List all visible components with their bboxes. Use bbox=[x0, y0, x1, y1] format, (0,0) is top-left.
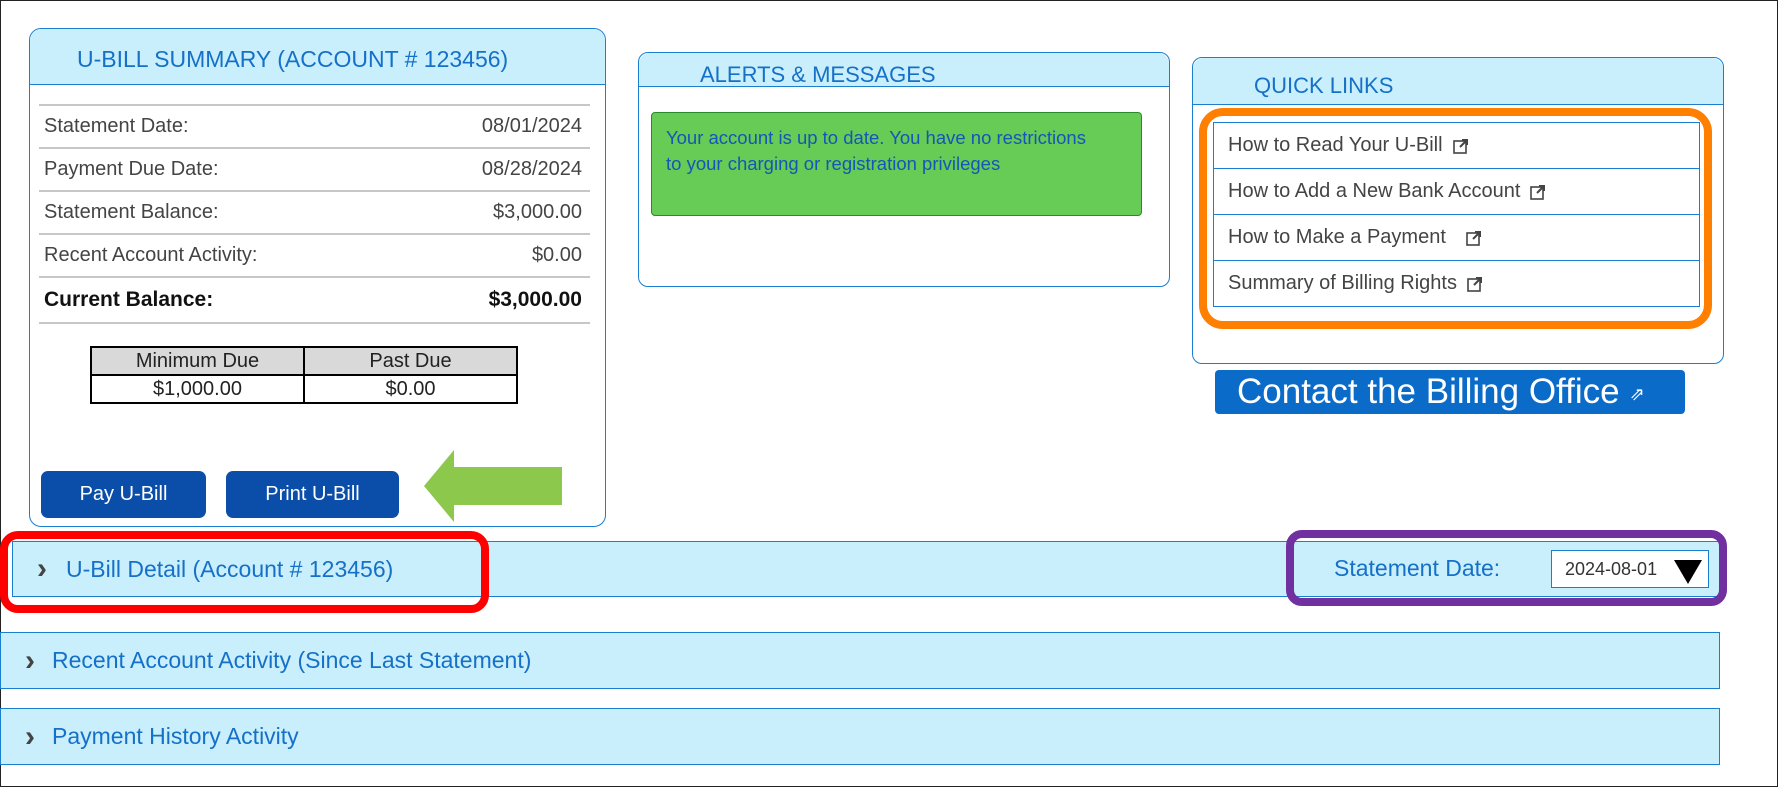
contact-billing-office-button[interactable]: Contact the Billing Office ⇗ bbox=[1215, 370, 1685, 414]
ubill-detail-highlight bbox=[0, 531, 489, 613]
recent-activity-row: Recent Account Activity: $0.00 bbox=[39, 233, 590, 276]
chevron-right-icon: › bbox=[25, 643, 35, 677]
quick-links-highlight bbox=[1199, 108, 1712, 329]
external-arrow-icon: ⇗ bbox=[1629, 383, 1645, 404]
row-value: 08/28/2024 bbox=[481, 158, 582, 180]
dropdown-triangle-icon bbox=[1674, 560, 1702, 584]
row-label: Statement Date: bbox=[44, 115, 189, 137]
contact-label: Contact the Billing Office bbox=[1237, 372, 1620, 411]
alerts-panel: ALERTS & MESSAGES Your account is up to … bbox=[638, 52, 1170, 287]
row-label: Statement Balance: bbox=[44, 201, 219, 223]
green-arrow-icon bbox=[424, 450, 562, 522]
alerts-title: ALERTS & MESSAGES bbox=[639, 53, 1169, 87]
chevron-right-icon: › bbox=[25, 719, 35, 753]
statement-date-select[interactable]: 2024-08-01 bbox=[1551, 550, 1709, 588]
alert-message: Your account is up to date. You have no … bbox=[651, 112, 1142, 216]
row-value: $3,000.00 bbox=[493, 201, 582, 223]
payment-due-date-row: Payment Due Date: 08/28/2024 bbox=[39, 147, 590, 190]
row-value: 08/01/2024 bbox=[481, 115, 582, 137]
minimum-due-value: $1,000.00 bbox=[90, 374, 305, 404]
payment-history-section[interactable]: › Payment History Activity bbox=[0, 708, 1720, 765]
selected-date: 2024-08-01 bbox=[1565, 559, 1658, 579]
recent-activity-section[interactable]: › Recent Account Activity (Since Last St… bbox=[0, 632, 1720, 689]
quick-links-title: QUICK LINKS bbox=[1193, 58, 1723, 105]
pay-ubill-button[interactable]: Pay U-Bill bbox=[41, 471, 206, 518]
alert-line-1: Your account is up to date. You have no … bbox=[666, 127, 1086, 148]
past-due-header: Past Due bbox=[303, 346, 518, 376]
statement-balance-row: Statement Balance: $3,000.00 bbox=[39, 190, 590, 233]
row-label: Payment Due Date: bbox=[44, 158, 219, 180]
row-value: $3,000.00 bbox=[488, 288, 582, 311]
statement-date-label: Statement Date: bbox=[1334, 555, 1501, 581]
section-title: Payment History Activity bbox=[52, 723, 299, 749]
alert-line-2: to your charging or registration privile… bbox=[666, 153, 1001, 174]
statement-date-row: Statement Date: 08/01/2024 bbox=[39, 104, 590, 147]
summary-title: U-BILL SUMMARY (ACCOUNT # 123456) bbox=[30, 29, 605, 85]
summary-rows: Statement Date: 08/01/2024 Payment Due D… bbox=[39, 104, 590, 324]
row-label: Current Balance: bbox=[44, 288, 214, 311]
minimum-due-header: Minimum Due bbox=[90, 346, 305, 376]
row-value: $0.00 bbox=[531, 244, 582, 266]
row-label: Recent Account Activity: bbox=[44, 244, 258, 266]
past-due-value: $0.00 bbox=[303, 374, 518, 404]
due-table: Minimum Due Past Due $1,000.00 $0.00 bbox=[90, 346, 518, 404]
print-ubill-button[interactable]: Print U-Bill bbox=[226, 471, 399, 518]
section-title: Recent Account Activity (Since Last Stat… bbox=[52, 647, 532, 673]
current-balance-row: Current Balance: $3,000.00 bbox=[39, 276, 590, 324]
